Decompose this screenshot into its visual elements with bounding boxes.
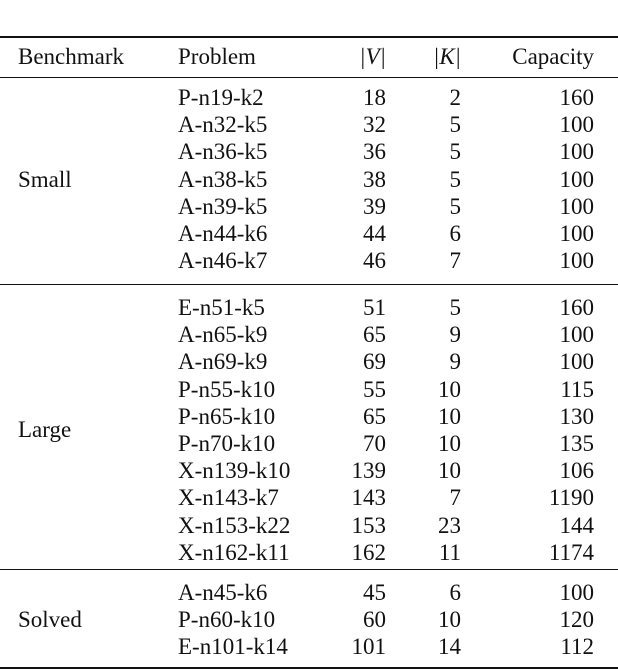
k-cell: 10	[438, 431, 461, 456]
k-cell: 6	[449, 580, 462, 605]
k-cell: 9	[449, 322, 462, 348]
problem-cell: P-n19-k2	[178, 85, 264, 110]
v-cell: 143	[351, 485, 387, 511]
capacity-cell: 100	[559, 580, 595, 605]
problem-cell: A-n46-k7	[178, 248, 268, 274]
k-cell: 2	[449, 85, 462, 110]
k-cell: 14	[438, 634, 461, 660]
problem-cell: X-n143-k7	[178, 485, 279, 511]
v-cell: 162	[351, 539, 387, 565]
k-cell: 5	[449, 295, 462, 320]
problem-cell: X-n139-k10	[178, 458, 291, 484]
v-cell: 101	[351, 634, 387, 660]
v-cell: 65	[363, 322, 386, 348]
capacity-cell: 106	[559, 458, 595, 484]
k-cell: 10	[438, 376, 461, 402]
problem-cell: X-n162-k11	[178, 539, 290, 565]
problem-cell: P-n60-k10	[178, 607, 276, 633]
k-cell: 7	[449, 248, 462, 274]
problem-cell: A-n38-k5	[178, 166, 268, 192]
problem-cell: A-n45-k6	[178, 580, 268, 605]
bottom-rule	[0, 667, 618, 669]
v-cell: 36	[363, 139, 386, 165]
v-cell: 51	[363, 295, 386, 320]
header-v: |V|	[359, 44, 386, 69]
capacity-cell: 100	[559, 139, 595, 165]
capacity-cell: 1190	[548, 485, 594, 511]
benchmark-label: Solved	[18, 607, 82, 633]
v-cell: 60	[363, 607, 386, 633]
capacity-cell: 1174	[548, 539, 594, 565]
v-cell: 139	[351, 458, 387, 484]
capacity-cell: 100	[559, 112, 595, 138]
k-cell: 9	[449, 349, 462, 375]
k-cell: 10	[438, 403, 461, 429]
capacity-cell: 100	[559, 322, 595, 348]
capacity-cell: 115	[560, 376, 594, 402]
v-cell: 45	[363, 580, 386, 605]
header-problem: Problem	[178, 44, 256, 69]
problem-cell: P-n55-k10	[178, 376, 276, 402]
capacity-cell: 160	[559, 85, 595, 110]
v-cell: 44	[363, 221, 386, 246]
top-rule	[0, 36, 618, 38]
problem-cell: A-n65-k9	[178, 322, 268, 348]
v-cell: 153	[351, 512, 387, 538]
capacity-cell: 112	[560, 634, 594, 660]
v-cell: 32	[363, 112, 386, 138]
problem-cell: A-n44-k6	[178, 221, 268, 246]
v-cell: 70	[363, 431, 386, 456]
capacity-cell: 100	[559, 248, 595, 274]
k-cell: 5	[449, 139, 462, 165]
problem-cell: A-n36-k5	[178, 139, 268, 165]
capacity-cell: 160	[559, 295, 595, 320]
header-rule	[0, 77, 618, 78]
capacity-cell: 100	[559, 193, 595, 219]
capacity-cell: 130	[559, 403, 595, 429]
k-cell: 5	[449, 193, 462, 219]
k-cell: 11	[438, 539, 461, 565]
k-cell: 23	[438, 512, 461, 538]
k-cell: 5	[449, 166, 462, 192]
problem-cell: P-n70-k10	[178, 431, 276, 456]
capacity-cell: 144	[559, 512, 595, 538]
problem-cell: A-n69-k9	[178, 349, 268, 375]
v-cell: 55	[363, 376, 386, 402]
k-cell: 10	[438, 458, 461, 484]
group-rule	[0, 569, 618, 570]
v-cell: 46	[363, 248, 386, 274]
k-cell: 7	[449, 485, 462, 511]
capacity-cell: 120	[559, 607, 595, 633]
k-cell: 10	[438, 607, 461, 633]
capacity-cell: 100	[559, 166, 595, 192]
problem-cell: P-n65-k10	[178, 403, 276, 429]
group-rule	[0, 284, 618, 285]
capacity-cell: 100	[559, 221, 595, 246]
problem-cell: A-n32-k5	[178, 112, 268, 138]
capacity-cell: 135	[559, 431, 595, 456]
capacity-cell: 100	[559, 349, 595, 375]
header-capacity: Capacity	[512, 44, 594, 69]
problem-cell: E-n101-k14	[178, 634, 288, 660]
v-cell: 65	[363, 403, 386, 429]
benchmark-label: Large	[18, 417, 72, 443]
k-cell: 6	[449, 221, 462, 246]
header-k: |K|	[433, 44, 461, 69]
v-cell: 38	[363, 166, 386, 192]
benchmark-label: Small	[18, 166, 72, 192]
problem-cell: E-n51-k5	[178, 295, 265, 320]
header-benchmark: Benchmark	[18, 44, 125, 69]
k-cell: 5	[449, 112, 462, 138]
problem-cell: A-n39-k5	[178, 193, 268, 219]
v-cell: 18	[363, 85, 386, 110]
problem-cell: X-n153-k22	[178, 512, 291, 538]
v-cell: 69	[363, 349, 386, 375]
v-cell: 39	[363, 193, 386, 219]
